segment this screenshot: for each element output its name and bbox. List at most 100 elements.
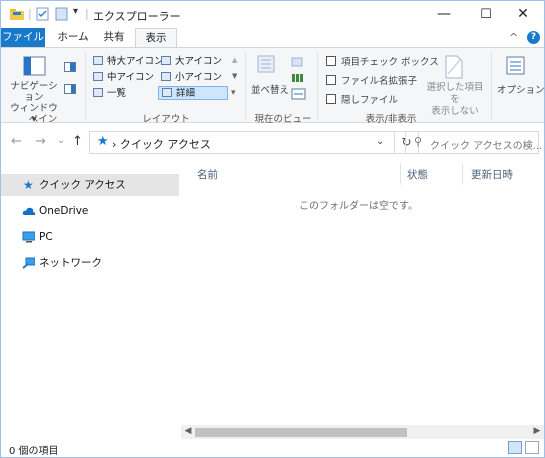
group-by-icon[interactable] xyxy=(291,56,307,68)
hide-selected-items-icon[interactable] xyxy=(443,54,465,80)
hidden-items-label: 隠しファイル xyxy=(341,95,399,106)
layout-icon xyxy=(161,72,171,81)
star-icon: ★ xyxy=(97,134,109,149)
ribbon-separator xyxy=(245,52,246,120)
layout-icon xyxy=(162,88,172,97)
search-icon: ⚲ xyxy=(414,135,423,148)
network-icon xyxy=(22,257,35,269)
nav-item-label: PC xyxy=(39,231,53,243)
explorer-window: | ▾ | エクスプローラー — ☐ ✕ ファイル ホーム 共有 表示 ^ ? … xyxy=(0,0,545,458)
navigation-bar: ← → ⌄ ↑ ★ › クイック アクセス ⌄ ↻ ⚲ クイック アクセスの検.… xyxy=(1,130,544,156)
scroll-right-icon[interactable]: ▶ xyxy=(530,425,544,439)
file-extensions-label: ファイル名拡張子 xyxy=(341,76,418,87)
tab-view[interactable]: 表示 xyxy=(135,28,177,49)
navigation-pane: ★ クイック アクセス OneDrive PC ネットワーク xyxy=(1,161,179,421)
computer-icon xyxy=(22,231,35,243)
up-button[interactable]: ↑ xyxy=(72,134,83,149)
layout-icon xyxy=(161,56,171,65)
options-icon[interactable] xyxy=(506,56,526,76)
ribbon-separator xyxy=(317,52,318,120)
ribbon-separator xyxy=(491,52,492,120)
large-icons-view-icon[interactable] xyxy=(525,441,539,454)
layout-list[interactable]: 一覧 xyxy=(93,87,126,101)
nav-item-pc[interactable]: PC xyxy=(1,226,179,248)
customize-toolbar-icon[interactable]: ▾ xyxy=(73,6,78,17)
ribbon-separator xyxy=(85,52,86,120)
folder-icon xyxy=(10,9,24,20)
nav-item-quick-access[interactable]: ★ クイック アクセス xyxy=(1,174,179,196)
help-icon[interactable]: ? xyxy=(527,31,540,44)
column-divider[interactable] xyxy=(462,163,463,185)
search-box[interactable]: ⚲ クイック アクセスの検... xyxy=(405,131,542,154)
close-button[interactable]: ✕ xyxy=(503,1,543,28)
current-view-group-label: 現在のビュー xyxy=(254,114,312,125)
add-columns-icon[interactable] xyxy=(291,72,307,84)
search-input[interactable]: クイック アクセスの検... xyxy=(430,137,542,152)
forward-button[interactable]: → xyxy=(35,134,46,149)
ribbon: ナビゲーション ウィンドウ ▾ ペイン 特大アイコン 大アイコン 中アイコン 小… xyxy=(1,47,544,125)
status-bar: 0 個の項目 xyxy=(1,439,544,457)
show-hide-group-label: 表示/非表示 xyxy=(365,114,417,125)
scrollbar-thumb[interactable] xyxy=(195,428,407,437)
preview-pane-icon[interactable] xyxy=(64,62,76,72)
scroll-left-icon[interactable]: ◀ xyxy=(181,425,195,439)
address-path[interactable]: › クイック アクセス xyxy=(112,136,211,152)
layout-scroll-up-icon[interactable]: ▲ xyxy=(232,56,237,64)
item-count: 0 個の項目 xyxy=(9,446,59,457)
window-title: エクスプローラー xyxy=(93,10,181,23)
nav-item-label: クイック アクセス xyxy=(39,179,126,191)
nav-item-onedrive[interactable]: OneDrive xyxy=(1,200,179,222)
properties-icon[interactable] xyxy=(36,7,50,21)
collapse-ribbon-icon[interactable]: ^ xyxy=(509,31,518,44)
nav-item-label: ネットワーク xyxy=(39,257,102,269)
tab-home[interactable]: ホーム xyxy=(53,28,93,48)
layout-details[interactable]: 詳細 xyxy=(158,86,228,100)
nav-item-network[interactable]: ネットワーク xyxy=(1,252,179,274)
sort-by-icon[interactable] xyxy=(256,54,276,76)
layout-scroll-down-icon[interactable]: ▼ xyxy=(232,72,237,80)
layout-icon xyxy=(93,56,103,65)
column-divider[interactable] xyxy=(400,163,401,185)
tab-share[interactable]: 共有 xyxy=(97,28,131,48)
layout-icon xyxy=(93,88,103,97)
nav-item-label: OneDrive xyxy=(39,205,89,217)
item-checkboxes-label: 項目チェック ボックス xyxy=(341,57,439,68)
ribbon-tabs: ファイル ホーム 共有 表示 ^ ? xyxy=(1,28,544,49)
layout-group-label: レイアウト xyxy=(142,114,190,125)
toolbar-divider: | xyxy=(85,7,89,20)
layout-extra-large-icons[interactable]: 特大アイコン xyxy=(93,55,164,69)
layout-large-icons[interactable]: 大アイコン xyxy=(161,55,222,69)
cloud-icon xyxy=(22,207,35,215)
size-columns-icon[interactable] xyxy=(291,88,307,100)
layout-icon xyxy=(93,72,103,81)
file-list: 名前 状態 更新日時 このフォルダーは空です。 xyxy=(181,161,544,423)
navigation-pane-icon[interactable] xyxy=(23,56,47,78)
layout-small-icons[interactable]: 小アイコン xyxy=(161,71,222,85)
pane-group-label: ペイン xyxy=(28,114,58,125)
recent-locations-button[interactable]: ⌄ xyxy=(57,135,65,146)
details-view-icon[interactable] xyxy=(508,441,522,454)
item-checkboxes-checkbox[interactable] xyxy=(326,56,336,66)
hidden-items-checkbox[interactable] xyxy=(326,94,336,104)
layout-medium-icons[interactable]: 中アイコン xyxy=(93,71,154,85)
address-bar[interactable]: ★ › クイック アクセス ⌄ xyxy=(89,131,395,154)
layout-expand-icon[interactable]: ▾ xyxy=(231,88,236,98)
star-icon: ★ xyxy=(23,178,34,192)
column-header-name[interactable]: 名前 xyxy=(197,167,218,182)
details-pane-icon[interactable] xyxy=(64,84,76,94)
options-button[interactable]: オプション xyxy=(497,82,544,96)
hide-selected-items-button[interactable]: 選択した項目を 表示しない xyxy=(423,82,487,118)
title-bar: | ▾ | エクスプローラー — ☐ ✕ xyxy=(1,1,544,28)
column-header-modified[interactable]: 更新日時 xyxy=(471,167,513,182)
tab-file[interactable]: ファイル xyxy=(1,28,45,48)
back-button[interactable]: ← xyxy=(11,134,22,149)
minimize-button[interactable]: — xyxy=(424,1,464,28)
address-dropdown-icon[interactable]: ⌄ xyxy=(376,136,384,147)
new-folder-icon[interactable] xyxy=(55,7,69,21)
horizontal-scrollbar[interactable]: ◀ ▶ xyxy=(181,425,544,439)
column-header-status[interactable]: 状態 xyxy=(407,167,428,182)
toolbar-divider: | xyxy=(28,7,32,20)
maximize-button[interactable]: ☐ xyxy=(466,1,506,28)
file-extensions-checkbox[interactable] xyxy=(326,75,336,85)
sort-by-button[interactable]: 並べ替え xyxy=(251,82,289,96)
